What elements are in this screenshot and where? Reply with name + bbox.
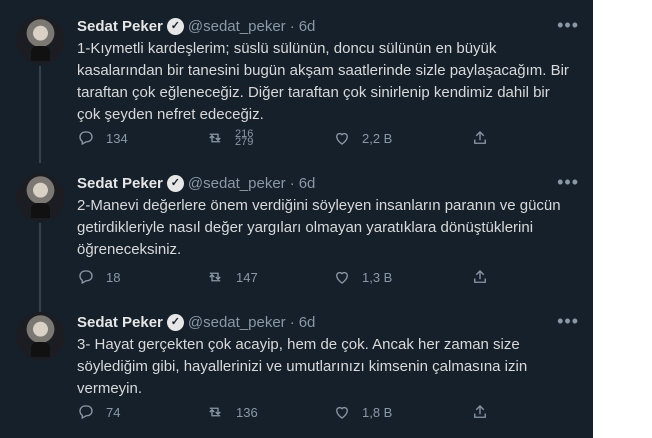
reply-count: 18 [106,269,121,285]
share-icon [474,270,486,283]
heart-icon [336,406,348,419]
retweet-icon [209,133,221,143]
share-button[interactable] [471,268,489,286]
retweet-icon [209,407,221,417]
display-name[interactable]: Sedat Peker [77,314,163,331]
separator-dot: · [289,17,295,35]
reply-button[interactable]: 74 [77,403,205,421]
tweet-actions: 74 136 1,8 B [77,400,545,424]
heart-icon [336,132,348,145]
handle[interactable]: @sedat_peker [188,18,286,35]
tweet-header: Sedat Peker ✓ @sedat_peker · 6d [77,173,315,193]
retweet-button[interactable]: 136 [205,403,333,421]
thread-line [39,66,41,163]
reply-icon [79,405,93,420]
timestamp[interactable]: 6d [299,18,316,35]
tweet-text: 2-Manevi değerlere önem verdiğini söyley… [77,197,561,258]
tweet-actions: 18 147 1,3 B [77,265,545,289]
reply-button[interactable]: 18 [77,268,205,286]
verified-badge-icon: ✓ [166,174,184,192]
more-icon[interactable]: ••• [557,311,579,332]
reply-count: 74 [106,404,121,420]
retweet-button[interactable]: 216 279 [205,129,333,148]
heart-icon [336,271,348,284]
timestamp[interactable]: 6d [299,175,316,192]
more-icon[interactable]: ••• [557,15,579,36]
avatar[interactable] [16,173,65,222]
display-name[interactable]: Sedat Peker [77,18,163,35]
retweet-button[interactable]: 147 [205,268,333,286]
tweet-1[interactable]: Sedat Peker ✓ @sedat_peker · 6d ••• 1-Kı… [0,15,593,163]
tweet-text: 3- Hayat gerçekten çok acayip, hem de ço… [77,336,528,397]
tweet-text: 1-Kıymetli kardeşlerim; süslü sülünün, d… [77,40,569,123]
tweet-2[interactable]: Sedat Peker ✓ @sedat_peker · 6d ••• 2-Ma… [0,172,593,313]
more-icon[interactable]: ••• [557,172,579,193]
tweet-header: Sedat Peker ✓ @sedat_peker · 6d [77,16,315,36]
thread-line [39,223,41,313]
share-button[interactable] [471,403,489,421]
tweet-actions: 134 216 279 2,2 B [77,126,545,150]
reply-button[interactable]: 134 [77,129,205,147]
share-icon [474,405,486,418]
verified-badge-icon: ✓ [166,17,184,35]
reply-count: 134 [106,130,128,146]
verified-badge-icon: ✓ [166,313,184,331]
tweet-3[interactable]: Sedat Peker ✓ @sedat_peker · 6d ••• 3- H… [0,311,593,432]
separator-dot: · [289,313,295,331]
retweet-count: 136 [236,404,258,420]
handle[interactable]: @sedat_peker [188,175,286,192]
reply-icon [79,131,93,146]
page-margin [593,0,652,438]
separator-dot: · [289,174,295,192]
retweet-count: 147 [236,269,258,285]
share-icon [474,131,486,144]
like-button[interactable]: 1,3 B [333,268,471,286]
timestamp[interactable]: 6d [299,314,316,331]
like-button[interactable]: 1,8 B [333,403,471,421]
reply-icon [79,270,93,285]
share-button[interactable] [471,129,489,147]
retweet-count-lower: 279 [235,136,254,148]
handle[interactable]: @sedat_peker [188,314,286,331]
like-button[interactable]: 2,2 B [333,129,471,147]
avatar[interactable] [16,16,65,65]
like-count: 1,8 B [362,404,393,420]
display-name[interactable]: Sedat Peker [77,175,163,192]
avatar[interactable] [16,312,65,361]
tweet-thread: Sedat Peker ✓ @sedat_peker · 6d ••• 1-Kı… [0,0,593,438]
like-count: 2,2 B [362,130,393,146]
retweet-icon [209,272,221,282]
retweet-count: 216 279 [235,129,254,148]
tweet-header: Sedat Peker ✓ @sedat_peker · 6d [77,312,315,332]
like-count: 1,3 B [362,269,393,285]
